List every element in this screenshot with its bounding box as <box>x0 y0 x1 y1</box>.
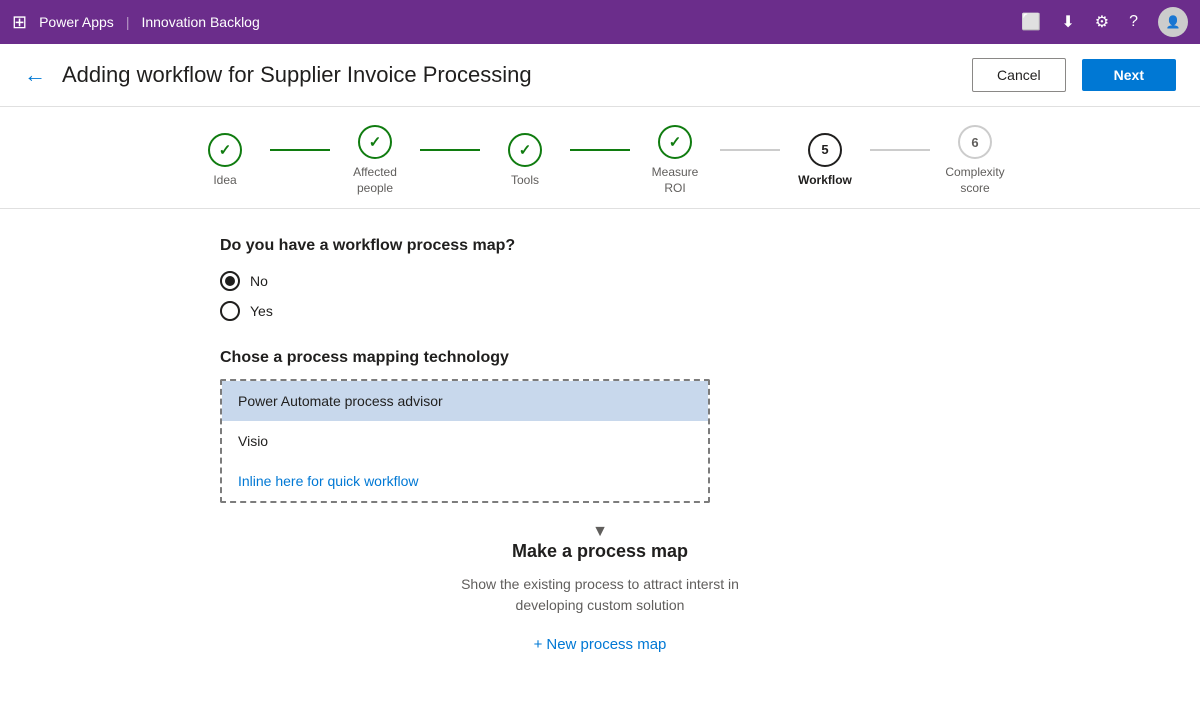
cancel-button[interactable]: Cancel <box>972 58 1066 92</box>
step-measure-roi: ✓ MeasureROI <box>630 125 720 196</box>
step-circle-idea: ✓ <box>208 133 242 167</box>
user-avatar[interactable]: 👤 <box>1158 7 1188 37</box>
step-label-idea: Idea <box>213 173 236 189</box>
step-complexity: 6 Complexityscore <box>930 125 1020 196</box>
topbar-separator: | <box>126 14 130 30</box>
topbar: ⊞ Power Apps | Innovation Backlog ⬜ ⬇ ⚙ … <box>0 0 1200 44</box>
step-affected-people: ✓ Affectedpeople <box>330 125 420 196</box>
step-circle-complexity: 6 <box>958 125 992 159</box>
workflow-question-label: Do you have a workflow process map? <box>220 237 980 255</box>
settings-icon[interactable]: ⚙ <box>1095 12 1109 32</box>
back-button[interactable]: ← <box>24 62 46 88</box>
main-content: Do you have a workflow process map? No Y… <box>0 209 1200 682</box>
step-circle-affected: ✓ <box>358 125 392 159</box>
chevron-down-icon: ▼ <box>592 523 608 541</box>
step-tools: ✓ Tools <box>480 133 570 189</box>
section-name: Innovation Backlog <box>141 14 259 30</box>
step-label-complexity: Complexityscore <box>945 165 1004 196</box>
radio-label-no: No <box>250 273 268 289</box>
page-title: Adding workflow for Supplier Invoice Pro… <box>62 62 956 88</box>
grid-icon[interactable]: ⊞ <box>12 12 27 33</box>
dropdown-item-power-automate[interactable]: Power Automate process advisor <box>222 381 708 421</box>
step-workflow: 5 Workflow <box>780 133 870 189</box>
step-label-tools: Tools <box>511 173 539 189</box>
new-process-map-link[interactable]: + New process map <box>534 636 667 653</box>
next-button[interactable]: Next <box>1082 59 1176 91</box>
radio-option-no[interactable]: No <box>220 271 980 291</box>
connector-3 <box>570 149 630 151</box>
step-label-affected: Affectedpeople <box>353 165 397 196</box>
process-technology-dropdown[interactable]: Power Automate process advisor Visio Inl… <box>220 379 710 503</box>
process-map-section: Make a process map Show the existing pro… <box>220 541 980 654</box>
check-icon-idea: ✓ <box>219 141 232 159</box>
dropdown-item-visio[interactable]: Visio <box>222 421 708 461</box>
download-icon[interactable]: ⬇ <box>1061 12 1074 32</box>
process-map-title: Make a process map <box>220 541 980 562</box>
step-label-roi: MeasureROI <box>652 165 699 196</box>
step-circle-workflow: 5 <box>808 133 842 167</box>
step-circle-tools: ✓ <box>508 133 542 167</box>
radio-circle-yes[interactable] <box>220 301 240 321</box>
check-icon-affected: ✓ <box>369 133 382 151</box>
process-map-description: Show the existing process to attract int… <box>220 574 980 616</box>
dropdown-arrow: ▼ <box>220 523 980 541</box>
connector-5 <box>870 149 930 151</box>
new-process-map-label: New process map <box>546 636 666 653</box>
screen-icon[interactable]: ⬜ <box>1021 12 1041 32</box>
plus-icon: + <box>534 636 543 653</box>
check-icon-tools: ✓ <box>519 141 532 159</box>
connector-2 <box>420 149 480 151</box>
radio-label-yes: Yes <box>250 303 273 319</box>
connector-4 <box>720 149 780 151</box>
workflow-radio-group: No Yes <box>220 271 980 321</box>
dropdown-item-inline[interactable]: Inline here for quick workflow <box>222 461 708 501</box>
radio-circle-no[interactable] <box>220 271 240 291</box>
step-idea: ✓ Idea <box>180 133 270 189</box>
app-name: Power Apps <box>39 14 114 30</box>
process-technology-title: Chose a process mapping technology <box>220 349 980 367</box>
step-circle-roi: ✓ <box>658 125 692 159</box>
step-label-workflow: Workflow <box>798 173 852 189</box>
radio-option-yes[interactable]: Yes <box>220 301 980 321</box>
connector-1 <box>270 149 330 151</box>
page-header: ← Adding workflow for Supplier Invoice P… <box>0 44 1200 107</box>
check-icon-roi: ✓ <box>669 133 682 151</box>
stepper: ✓ Idea ✓ Affectedpeople ✓ Tools ✓ Measur… <box>0 107 1200 209</box>
help-icon[interactable]: ? <box>1129 13 1138 31</box>
